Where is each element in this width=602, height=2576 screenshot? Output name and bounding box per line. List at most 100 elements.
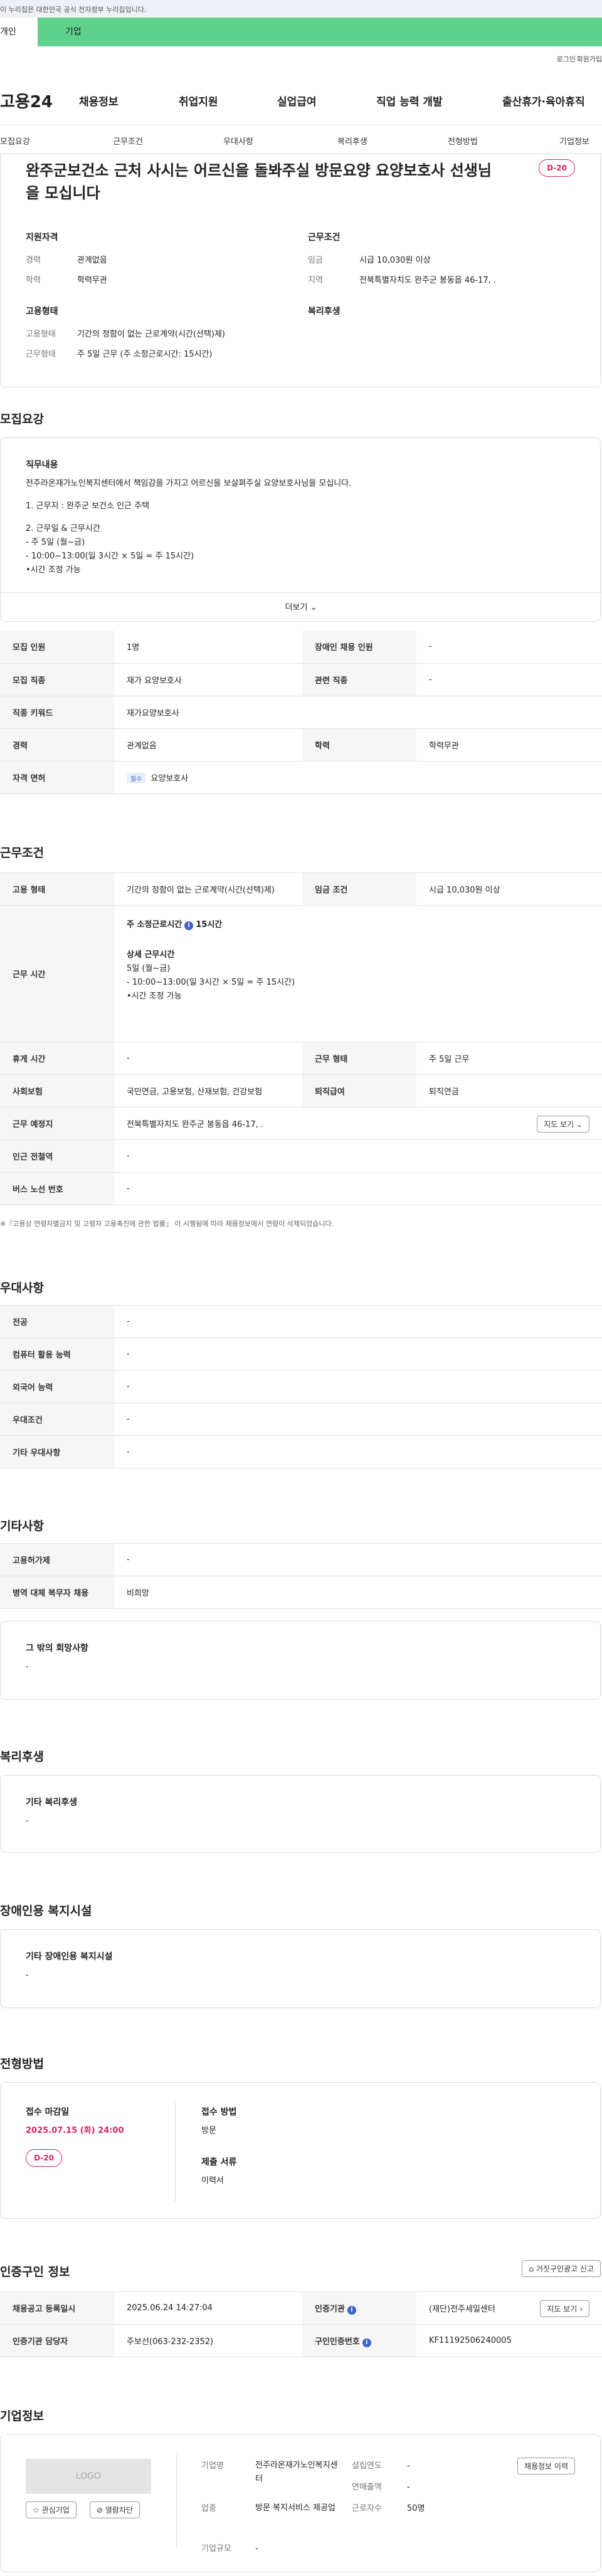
- org-label: 인증기관 i: [302, 2291, 416, 2325]
- job-history-button[interactable]: 채용정보 이력: [517, 2458, 575, 2474]
- emp-label: 고용 형태: [0, 872, 114, 906]
- disabled-fac-title: 장애인용 복지시설: [0, 1904, 92, 1918]
- duty-line: - 주 5일 (월~금): [26, 538, 85, 547]
- tab-biz[interactable]: 기업: [38, 18, 602, 46]
- company-title: 기업정보: [0, 2409, 44, 2423]
- cert-map-button[interactable]: 지도 보기 ›: [540, 2300, 589, 2317]
- career-value: 관계없음: [114, 728, 302, 762]
- pref-value: -: [114, 1403, 602, 1436]
- login-link[interactable]: 로그인: [557, 54, 576, 64]
- welfare-box-heading: 기타 복리후생: [26, 1798, 78, 1808]
- required-chip: 필수: [127, 772, 146, 783]
- star-icon: ☆: [33, 2506, 40, 2515]
- others-table: 고용허가제 - 병역 대체 복무자 채용 비희망: [0, 1543, 602, 1609]
- table-row: 고용 형태 기간의 정함이 없는 근로계약(시간(선택)제) 임금 조건 시급 …: [0, 872, 602, 906]
- duty-heading: 직무내용: [26, 460, 58, 470]
- recruit-title: 모집요강: [0, 412, 44, 426]
- pref-value: -: [114, 1435, 602, 1469]
- report-button[interactable]: ⌂ 거짓구인광고 신고: [522, 2260, 601, 2277]
- block-button[interactable]: ⊘ 열람차단: [90, 2501, 140, 2518]
- info-icon[interactable]: i: [347, 2305, 356, 2315]
- staff-value: 50명: [407, 2504, 425, 2513]
- more-button[interactable]: 더보기 ⌄: [1, 592, 601, 622]
- subnav-preference[interactable]: 우대사항: [223, 135, 253, 147]
- subnav-company[interactable]: 기업정보: [559, 135, 589, 147]
- cert-title: 인증구인 정보: [0, 2265, 70, 2279]
- worktype-value: 주 5일 근무: [416, 1042, 602, 1075]
- subnav-selection[interactable]: 전형방법: [448, 135, 478, 147]
- site-logo[interactable]: 고용24: [0, 89, 53, 112]
- selection-box: 접수 마감일 2025.07.15 (화) 24:00 D-20 접수 방법 방…: [0, 2082, 601, 2219]
- num-value: KF11192506240005: [416, 2324, 602, 2357]
- manager-label: 인증기관 담당자: [0, 2324, 114, 2357]
- insurance-value: 국민연금, 고용보험, 산재보험, 건강보험: [114, 1074, 302, 1107]
- gnb-item-support[interactable]: 취업지원: [179, 93, 218, 108]
- welfare-value: -: [26, 1816, 29, 1826]
- map-button[interactable]: 지도 보기 ⌄: [537, 1116, 589, 1133]
- table-row: 모집 직종 재가 요양보호사 관련 직종 -: [0, 663, 602, 696]
- date-value: 2025.06.24 14:27:04: [114, 2291, 302, 2325]
- emp-heading: 고용형태: [26, 306, 58, 317]
- scale-value: -: [255, 2544, 258, 2553]
- insurance-label: 사회보험: [0, 1074, 114, 1107]
- subnav-welfare[interactable]: 복리후생: [337, 135, 367, 147]
- headcount-label: 모집 인원: [0, 631, 114, 664]
- wage-value: 시급 10,030원 이상: [416, 872, 602, 906]
- biz-label: 업종: [201, 2504, 216, 2513]
- table-row: 버스 노선 번호 -: [0, 1172, 602, 1205]
- biz-value: 방문 복지서비스 제공업: [255, 2503, 335, 2513]
- gnb-item-leave[interactable]: 출산휴가·육아휴직: [502, 93, 585, 108]
- conditions-table: 고용 형태 기간의 정함이 없는 근로계약(시간(선택)제) 임금 조건 시급 …: [0, 872, 602, 1205]
- map-button-label: 지도 보기: [544, 1120, 574, 1129]
- method-value: 방문: [201, 2126, 216, 2135]
- gnb-item-training[interactable]: 직업 능력 개발: [376, 93, 443, 108]
- table-row: 채용공고 등록일시 2025.06.24 14:27:04 인증기관 i (재단)…: [0, 2291, 602, 2325]
- join-link[interactable]: 회원가입: [577, 54, 602, 64]
- preference-title: 우대사항: [0, 1281, 44, 1295]
- pref-label: 컴퓨터 활용 능력: [0, 1338, 114, 1371]
- date-label: 채용공고 등록일시: [0, 2291, 114, 2325]
- subnav-conditions[interactable]: 근무조건: [113, 135, 143, 147]
- duty-box: 직무내용 전주라온재가노인복지센터에서 책임감을 가지고 어르신을 보살펴주실 …: [0, 437, 601, 622]
- cert-table: 채용공고 등록일시 2025.06.24 14:27:04 인증기관 i (재단)…: [0, 2291, 602, 2357]
- name-label: 기업명: [201, 2461, 224, 2471]
- related-label: 관련 직종: [302, 663, 416, 696]
- table-row: 인증기관 담당자 주보선(063-232-2352) 구인인증번호 i KF111…: [0, 2324, 602, 2357]
- pref-label: 외국어 능력: [0, 1370, 114, 1403]
- docs-value: 이력서: [201, 2176, 224, 2186]
- info-icon[interactable]: i: [184, 921, 194, 930]
- gnb-item-jobs[interactable]: 채용정보: [79, 93, 119, 108]
- employ-type-label: 고용허가제: [0, 1543, 114, 1576]
- subnav-recruit[interactable]: 모집요강: [0, 135, 30, 147]
- table-row: 직종 키워드 재가요양보호사: [0, 696, 602, 729]
- headcount-value: 1명: [114, 631, 302, 664]
- related-value: -: [416, 663, 602, 696]
- edu-value: 학력무관: [416, 728, 602, 762]
- duty-lines: 전주라온재가노인복지센터에서 책임감을 가지고 어르신을 보살펴주실 요양보호사…: [26, 477, 351, 577]
- fav-company-button[interactable]: ☆ 관심기업: [26, 2501, 77, 2518]
- member-tabs: 개인 기업: [0, 18, 602, 46]
- retire-value: 퇴직연금: [416, 1074, 602, 1107]
- military-value: 비희망: [114, 1576, 602, 1609]
- global-nav: 고용24 채용정보 취업지원 실업급여 직업 능력 개발 출산휴가·육아휴직: [0, 69, 602, 125]
- report-button-label: 거짓구인광고 신고: [536, 2264, 594, 2273]
- org-cell: (재단)전주세일센터 지도 보기 ›: [416, 2291, 602, 2325]
- duty-line: 전주라온재가노인복지센터에서 책임감을 가지고 어르신을 보살펴주실 요양보호사…: [26, 479, 352, 488]
- preference-table: 전공 - 컴퓨터 활용 능력 - 외국어 능력 - 우대조건 - 기타 우대사항 -: [0, 1305, 602, 1469]
- conditions-title: 근무조건: [0, 846, 44, 860]
- job-value: 재가 요양보호사: [114, 663, 302, 696]
- table-row: 컴퓨터 활용 능력 -: [0, 1338, 602, 1371]
- staff-row: 근로자수 50명: [352, 2501, 425, 2513]
- disabled-fac-heading: 기타 장애인용 복지시설: [26, 1952, 113, 1962]
- info-icon[interactable]: i: [362, 2338, 371, 2347]
- num-label: 구인인증번호 i: [302, 2324, 416, 2357]
- region-row: 지역 전북특별자치도 완주군 봉동읍 46-17, .: [308, 273, 496, 285]
- welfare-heading: 복리후생: [308, 306, 341, 317]
- subway-label: 인근 전철역: [0, 1139, 114, 1173]
- selection-title: 전형방법: [0, 2057, 44, 2071]
- age-note: ※『고용상 연령차별금지 및 고령자 고용촉진에 관한 법률』 이 시행됨에 따…: [0, 1220, 334, 1228]
- pref-label: 전공: [0, 1305, 114, 1338]
- gnb-item-benefit[interactable]: 실업급여: [277, 93, 317, 108]
- tab-person[interactable]: 개인: [0, 18, 38, 46]
- manager-value: 주보선(063-232-2352): [114, 2324, 302, 2357]
